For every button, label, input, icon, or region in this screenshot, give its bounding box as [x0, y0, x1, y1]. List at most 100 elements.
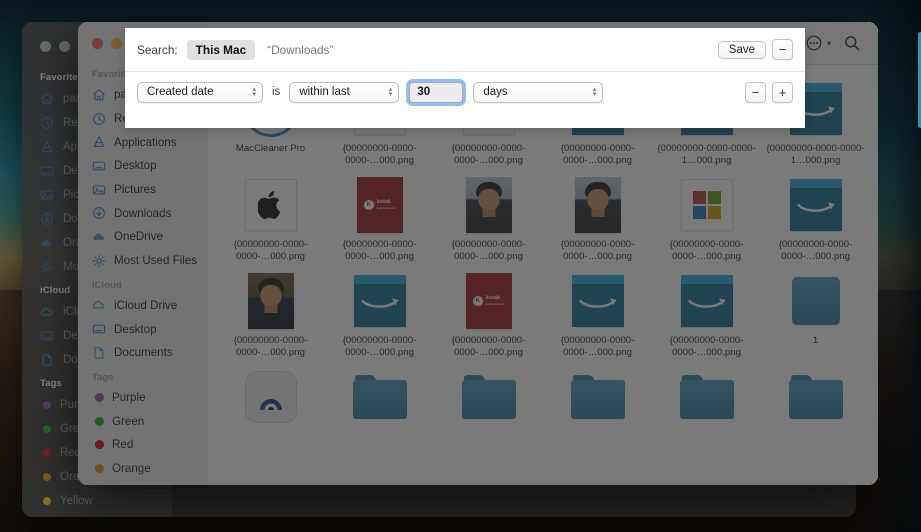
search-button[interactable]: [835, 30, 868, 56]
bg-minimize-button: [59, 41, 70, 52]
file-item[interactable]: [434, 364, 543, 460]
search-icon: [844, 36, 859, 51]
applications-icon: [40, 140, 54, 154]
sidebar-item-desktop[interactable]: Desktop: [78, 317, 208, 341]
file-name-label: {00000000-0000-0000-…000.png: [560, 143, 635, 166]
file-item[interactable]: 1: [761, 268, 870, 364]
file-item[interactable]: {00000000-0000-0000-…000.png: [543, 268, 652, 364]
search-criteria-row[interactable]: Created date ▴ ▾ is within last ▴ ▾ 30 day…: [125, 72, 805, 112]
clock-icon: [40, 116, 54, 130]
sidebar-item-documents[interactable]: Documents: [78, 341, 208, 365]
desktop-icon: [40, 331, 54, 341]
file-item[interactable]: {00000000-0000-0000-…000.png: [543, 172, 652, 268]
file-item[interactable]: [652, 364, 761, 460]
file-icon-wrapper: [569, 272, 627, 330]
unit-select-value: days: [483, 86, 508, 98]
desktop-icon: [40, 329, 54, 343]
cloud-icon: [40, 236, 54, 250]
file-icon-wrapper: [787, 176, 845, 234]
sidebar-item-green[interactable]: Green: [78, 409, 208, 433]
file-item[interactable]: {00000000-0000-0000-…000.png: [434, 172, 543, 268]
file-icon-wrapper: [569, 368, 627, 426]
sidebar-item-label: OneDrive: [114, 230, 163, 244]
amazon-file-icon: [789, 179, 842, 231]
icloud-icon: [92, 301, 105, 309]
value-input[interactable]: 30: [409, 81, 464, 103]
sidebar-item-label: Orange: [112, 461, 151, 475]
folder-icon: [461, 375, 516, 419]
minimize-button[interactable]: [111, 38, 122, 49]
criteria-row-buttons[interactable]: − +: [739, 81, 793, 103]
sidebar-section-header: Tags: [92, 371, 114, 383]
sidebar-item-applications[interactable]: Applications: [78, 130, 208, 154]
file-item[interactable]: {00000000-0000-0000-…000.png: [325, 268, 434, 364]
sidebar-item-icloud-drive[interactable]: iCloud Drive: [78, 294, 208, 318]
folder-icon: [788, 375, 843, 419]
file-item[interactable]: {00000000-0000-0000-…000.png: [216, 172, 325, 268]
tag-dot-icon: [43, 401, 51, 409]
attribute-select[interactable]: Created date ▴ ▾: [137, 81, 263, 103]
kotak-logo: K kotak mahindra bank: [472, 295, 504, 307]
file-icon-wrapper: [787, 272, 845, 330]
save-button[interactable]: Save: [717, 40, 766, 59]
sidebar-item-red[interactable]: Red: [78, 433, 208, 457]
sidebar-item-onedrive[interactable]: OneDrive: [78, 225, 208, 249]
kotak-file-icon: K kotak mahindra bank: [356, 177, 403, 233]
sidebar-item-most-used-files[interactable]: Most Used Files: [78, 249, 208, 273]
file-icon-wrapper: [351, 272, 409, 330]
sidebar-item-label: Downloads: [114, 206, 172, 220]
file-item[interactable]: K kotak mahindra bank {00000000-0000-0000…: [325, 172, 434, 268]
file-icon-wrapper: [460, 368, 518, 426]
file-item[interactable]: [216, 364, 325, 460]
clock-icon: [41, 117, 53, 129]
file-name-label: 1: [812, 335, 819, 346]
file-name-label: {00000000-0000-0000-…000.png: [451, 143, 526, 166]
file-icon-wrapper: [460, 176, 518, 234]
file-item[interactable]: {00000000-0000-0000-…000.png: [761, 172, 870, 268]
operator-select[interactable]: within last ▴ ▾: [289, 81, 400, 103]
search-criteria-sheet[interactable]: Search: This Mac “Downloads” Save − Crea…: [125, 28, 805, 128]
folder-box-icon: [791, 277, 840, 325]
cloud-icon: [93, 233, 105, 241]
sidebar-item-label: Desktop: [114, 159, 157, 173]
remove-criteria-button[interactable]: −: [745, 81, 766, 103]
tag-dot-icon: [95, 440, 104, 450]
sidebar-item-label: iCloud Drive: [114, 298, 178, 312]
folder-icon: [679, 375, 734, 419]
file-item[interactable]: [761, 364, 870, 460]
sidebar-item-orange[interactable]: Orange: [78, 457, 208, 481]
scope-folder-button[interactable]: “Downloads”: [267, 43, 333, 57]
pictures-icon: [40, 188, 54, 202]
chevron-down-icon-2[interactable]: ▾: [827, 39, 831, 48]
file-name-label: {00000000-0000-0000-…000.png: [342, 143, 417, 166]
file-icon-wrapper: [242, 176, 300, 234]
remove-criteria-button-row1[interactable]: −: [772, 39, 793, 60]
tag-dot-icon: [43, 449, 51, 457]
close-button[interactable]: [92, 38, 103, 49]
sidebar-item-purple[interactable]: Purple: [78, 386, 208, 410]
file-item[interactable]: [543, 364, 652, 460]
unit-select[interactable]: days ▴ ▾: [473, 81, 604, 103]
file-icon-wrapper: [242, 272, 300, 330]
folder-icon: [570, 375, 625, 419]
sidebar-item-pictures[interactable]: Pictures: [78, 178, 208, 202]
file-name-label: {00000000-0000-0000-…000.png: [233, 239, 308, 262]
sidebar-item-label: Applications: [114, 135, 177, 149]
portrait-suit-file-icon: [247, 273, 294, 329]
file-item[interactable]: {00000000-0000-0000-…000.png: [652, 268, 761, 364]
sidebar-item-downloads[interactable]: Downloads: [78, 201, 208, 225]
gear-icon: [40, 260, 54, 274]
add-criteria-button[interactable]: +: [772, 81, 793, 103]
search-scope-row[interactable]: Search: This Mac “Downloads” Save −: [125, 28, 805, 72]
home-icon: [93, 89, 105, 101]
file-name-label: {00000000-0000-0000-…000.png: [669, 335, 744, 358]
file-item[interactable]: {00000000-0000-0000-…000.png: [652, 172, 761, 268]
scope-this-mac-button[interactable]: This Mac: [186, 39, 256, 60]
file-item[interactable]: K kotak mahindra bank {00000000-0000-0000…: [434, 268, 543, 364]
sidebar-item-desktop[interactable]: Desktop: [78, 154, 208, 178]
kotak-file-icon: K kotak mahindra bank: [465, 273, 512, 329]
sidebar-item-label: Purple: [112, 390, 146, 404]
file-item[interactable]: {00000000-0000-0000-…000.png: [216, 268, 325, 364]
file-item[interactable]: [325, 364, 434, 460]
file-icon-wrapper: K kotak mahindra bank: [460, 272, 518, 330]
